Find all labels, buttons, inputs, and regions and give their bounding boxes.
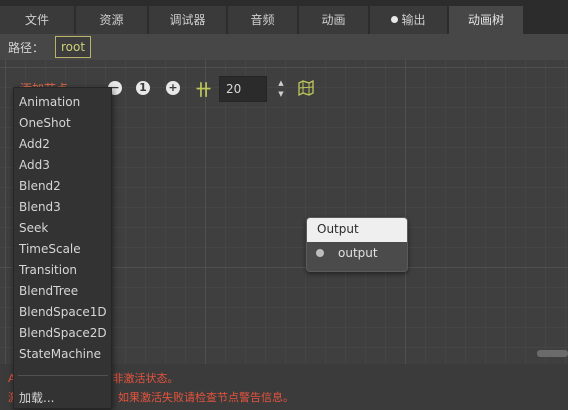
snap-step-input[interactable]: 20	[219, 76, 267, 102]
input-port-icon[interactable]	[316, 249, 324, 257]
output-node[interactable]: Output output	[306, 217, 408, 272]
tab-label: 调试器	[169, 13, 206, 27]
menu-item[interactable]: TimeScale	[19, 242, 81, 256]
tab-animation[interactable]: 动画	[299, 6, 369, 34]
tab-audio[interactable]: 音频	[228, 6, 298, 34]
menu-item[interactable]: OneShot	[19, 116, 71, 130]
menu-item[interactable]: BlendTree	[19, 284, 78, 298]
menu-separator	[18, 375, 108, 376]
menu-item[interactable]: Blend2	[19, 179, 61, 193]
tab-label: 动画树	[467, 13, 504, 27]
menu-item[interactable]: Transition	[19, 263, 77, 277]
snap-step-spinner[interactable]: ▲ ▼	[276, 78, 286, 100]
tab-output[interactable]: 输出	[370, 6, 448, 34]
node-title: Output	[307, 218, 407, 242]
menu-item[interactable]: BlendSpace1D	[19, 305, 107, 319]
menu-item[interactable]: Seek	[19, 221, 48, 235]
tab-label: 文件	[24, 13, 49, 27]
path-root-button[interactable]: root	[55, 36, 92, 58]
add-node-popup-menu: Animation OneShot Add2 Add3 Blend2 Blend…	[13, 87, 112, 409]
menu-item[interactable]: Add3	[19, 158, 50, 172]
menu-item[interactable]: BlendSpace2D	[19, 326, 107, 340]
tab-debugger[interactable]: 调试器	[149, 6, 227, 34]
snap-grid-icon[interactable]: 卄	[196, 79, 211, 100]
tab-file[interactable]: 文件	[0, 6, 75, 34]
path-bar: 路径： root	[0, 34, 568, 60]
menu-item[interactable]: Add2	[19, 137, 50, 151]
path-label: 路径：	[8, 41, 45, 55]
horizontal-scrollbar[interactable]	[537, 350, 568, 357]
unread-dot-icon	[391, 16, 399, 23]
tab-resources[interactable]: 资源	[76, 6, 148, 34]
menu-item-load[interactable]: 加载...	[19, 389, 54, 406]
tab-label: 资源	[99, 13, 124, 27]
menu-item[interactable]: StateMachine	[19, 347, 101, 361]
menu-item[interactable]: Blend3	[19, 200, 61, 214]
tab-animation-tree[interactable]: 动画树	[449, 6, 524, 34]
tab-label: 动画	[321, 13, 346, 27]
zoom-in-icon[interactable]: +	[166, 81, 180, 95]
grid-map-icon[interactable]	[298, 80, 314, 96]
zoom-reset-button[interactable]: 1	[136, 81, 150, 95]
menu-item[interactable]: Animation	[19, 95, 80, 109]
tab-label: 输出	[401, 13, 426, 27]
node-port-label: output	[338, 246, 378, 260]
bottom-panel-tabbar: 文件 资源 调试器 音频 动画 输出 动画树	[0, 0, 568, 34]
tab-label: 音频	[250, 13, 275, 27]
